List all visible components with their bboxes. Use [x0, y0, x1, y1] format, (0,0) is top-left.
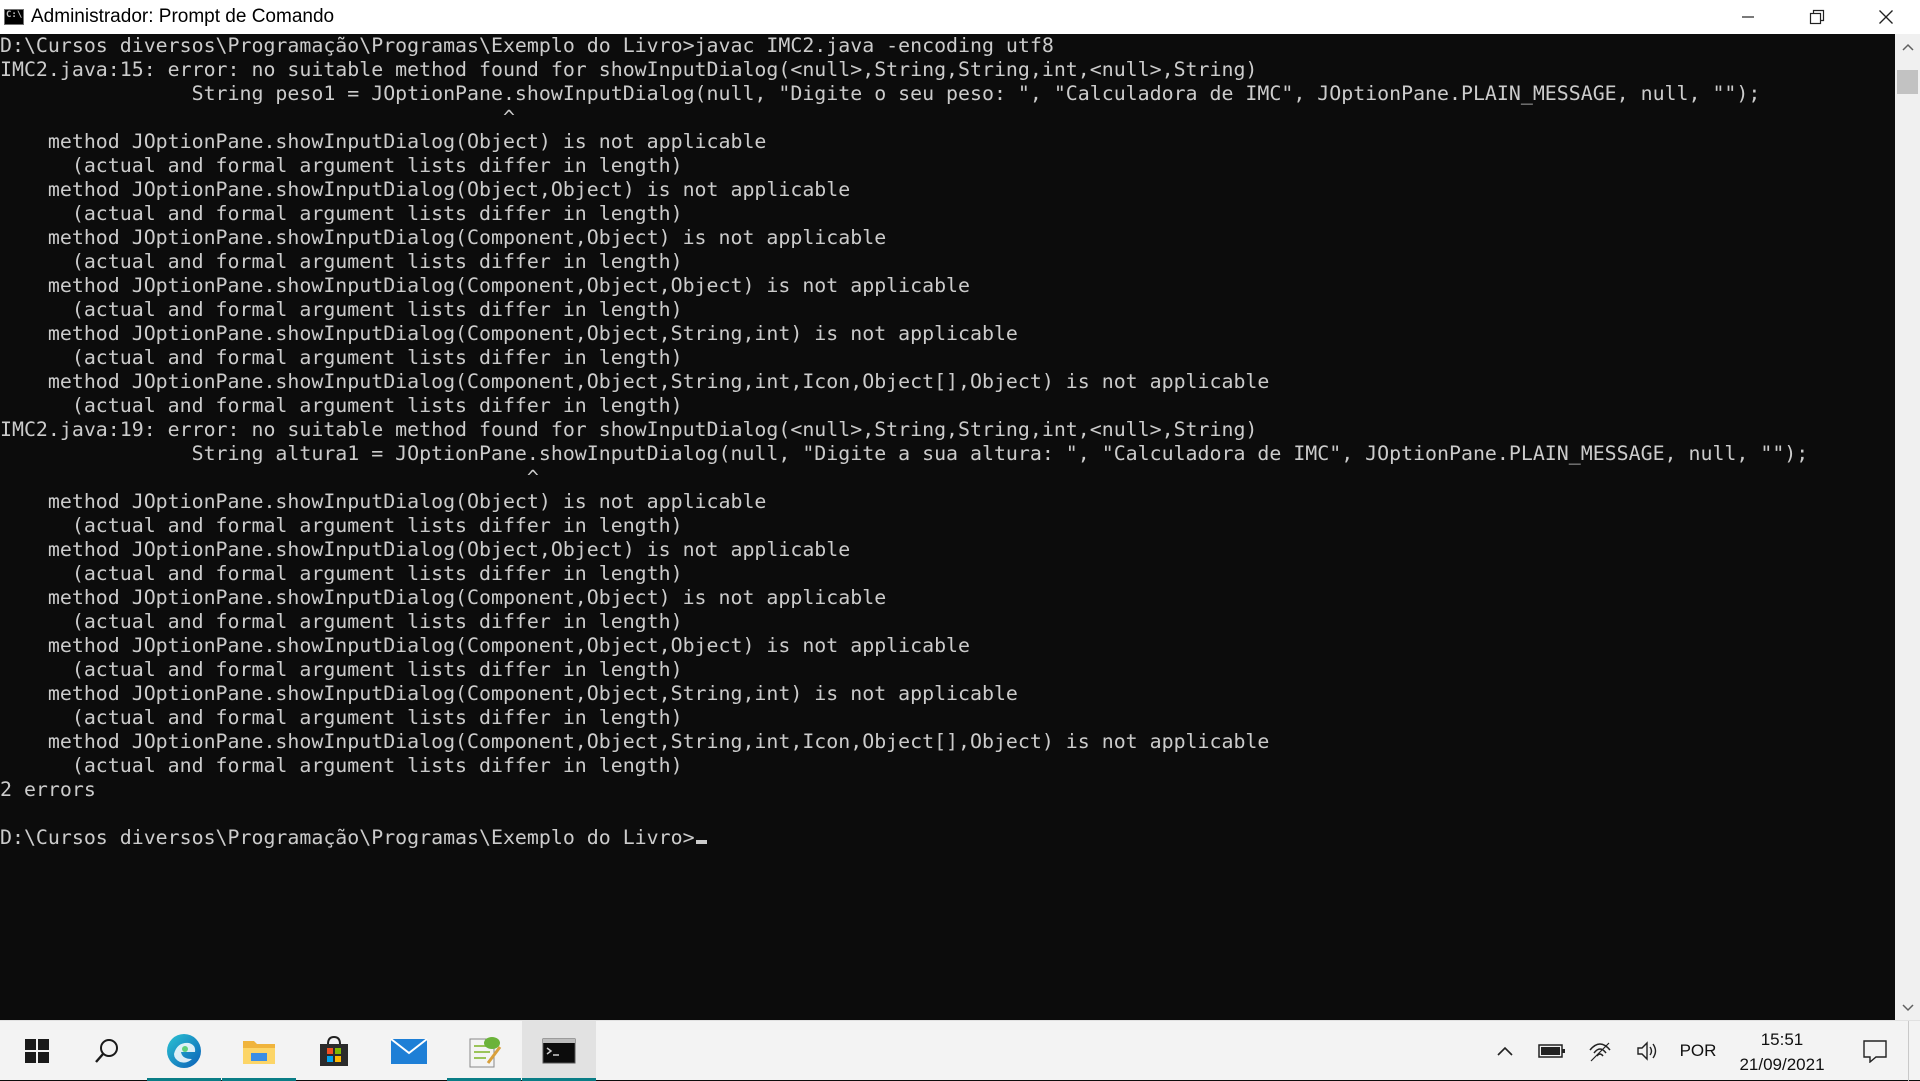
console-line: IMC2.java:19: error: no suitable method …: [0, 418, 1258, 441]
window-controls: [1713, 0, 1920, 34]
console-line: (actual and formal argument lists differ…: [0, 706, 683, 729]
console-line: (actual and formal argument lists differ…: [0, 202, 683, 225]
input-language-button[interactable]: POR: [1674, 1021, 1722, 1081]
battery-icon: [1538, 1044, 1565, 1058]
notepad-icon: [469, 1037, 502, 1068]
close-icon: [1878, 10, 1893, 24]
console-output[interactable]: D:\Cursos diversos\Programação\Programas…: [0, 34, 1895, 1020]
console-line: D:\Cursos diversos\Programação\Programas…: [0, 34, 1054, 57]
taskbar-command-prompt[interactable]: [522, 1021, 596, 1081]
scroll-up-button[interactable]: [1895, 34, 1920, 59]
console-line: method JOptionPane.showInputDialog(Compo…: [0, 274, 970, 297]
edge-icon: [167, 1034, 201, 1068]
clock-time: 15:51: [1760, 1030, 1804, 1049]
console-line: (actual and formal argument lists differ…: [0, 154, 683, 177]
minimize-icon: [1741, 16, 1754, 18]
taskbar: POR 15:51 21/09/2021: [0, 1020, 1920, 1081]
search-icon: [95, 1039, 118, 1063]
start-button[interactable]: [0, 1021, 74, 1081]
terminal-icon: [542, 1038, 576, 1064]
store-icon: [320, 1035, 348, 1066]
clock-button[interactable]: 15:51 21/09/2021: [1722, 1027, 1842, 1077]
console-text: D:\Cursos diversos\Programação\Programas…: [0, 34, 1895, 826]
volume-button[interactable]: [1628, 1021, 1668, 1081]
console-line: IMC2.java:15: error: no suitable method …: [0, 58, 1258, 81]
console-line: String altura1 = JOptionPane.showInputDi…: [0, 442, 1809, 465]
scroll-down-button[interactable]: [1895, 995, 1920, 1020]
console-line: method JOptionPane.showInputDialog(Compo…: [0, 586, 887, 609]
chevron-down-icon: [1901, 1003, 1914, 1011]
action-center-button[interactable]: [1850, 1021, 1900, 1081]
windows-logo-icon: [25, 1039, 49, 1063]
console-line: (actual and formal argument lists differ…: [0, 514, 683, 537]
taskbar-mail[interactable]: [372, 1021, 446, 1081]
console-line: (actual and formal argument lists differ…: [0, 346, 683, 369]
restore-button[interactable]: [1782, 0, 1851, 34]
console-prompt-line[interactable]: D:\Cursos diversos\Programação\Programas…: [0, 826, 1895, 850]
taskbar-notepad-plus[interactable]: [447, 1021, 521, 1081]
console-line: (actual and formal argument lists differ…: [0, 250, 683, 273]
console-line: method JOptionPane.showInputDialog(Compo…: [0, 370, 1270, 393]
console-line: method JOptionPane.showInputDialog(Compo…: [0, 322, 1018, 345]
volume-icon: [1637, 1041, 1657, 1061]
console-line: method JOptionPane.showInputDialog(Objec…: [0, 130, 767, 153]
console-line: (actual and formal argument lists differ…: [0, 610, 683, 633]
folder-icon: [243, 1041, 275, 1064]
input-language: POR: [1679, 1041, 1717, 1060]
text-cursor: [695, 840, 707, 844]
taskbar-file-explorer[interactable]: [222, 1021, 296, 1081]
wifi-icon: [1589, 1042, 1611, 1062]
minimize-button[interactable]: [1713, 0, 1782, 34]
show-desktop-button[interactable]: [1908, 1021, 1909, 1081]
console-line: method JOptionPane.showInputDialog(Objec…: [0, 490, 767, 513]
console-line: (actual and formal argument lists differ…: [0, 562, 683, 585]
window-titlebar[interactable]: C:\ Administrador: Prompt de Comando: [0, 0, 1920, 34]
console-line: ^: [0, 466, 539, 489]
battery-button[interactable]: [1532, 1021, 1572, 1081]
mail-icon: [390, 1038, 428, 1064]
console-line: (actual and formal argument lists differ…: [0, 394, 683, 417]
console-prompt: D:\Cursos diversos\Programação\Programas…: [0, 826, 695, 849]
console-line: method JOptionPane.showInputDialog(Objec…: [0, 538, 851, 561]
taskbar-edge[interactable]: [147, 1021, 221, 1081]
console-line: method JOptionPane.showInputDialog(Objec…: [0, 178, 851, 201]
cmd-app-icon[interactable]: C:\: [4, 9, 24, 25]
taskbar-store[interactable]: [297, 1021, 371, 1081]
console-line: (actual and formal argument lists differ…: [0, 298, 683, 321]
close-button[interactable]: [1851, 0, 1920, 34]
console-line: method JOptionPane.showInputDialog(Compo…: [0, 634, 970, 657]
notification-icon: [1863, 1040, 1887, 1063]
window-title: Administrador: Prompt de Comando: [31, 6, 335, 27]
console-line: (actual and formal argument lists differ…: [0, 658, 683, 681]
clock-date: 21/09/2021: [1739, 1055, 1825, 1074]
network-button[interactable]: [1580, 1021, 1620, 1081]
show-hidden-icons-button[interactable]: [1488, 1021, 1522, 1081]
vertical-scrollbar[interactable]: [1895, 34, 1920, 1020]
console-line: method JOptionPane.showInputDialog(Compo…: [0, 226, 887, 249]
chevron-up-icon: [1497, 1046, 1513, 1056]
scroll-thumb[interactable]: [1897, 70, 1918, 94]
console-line: 2 errors: [0, 778, 96, 801]
console-line: ^: [0, 106, 515, 129]
console-line: (actual and formal argument lists differ…: [0, 754, 683, 777]
restore-icon: [1809, 9, 1824, 25]
console-line: String peso1 = JOptionPane.showInputDial…: [0, 82, 1761, 105]
search-button[interactable]: [70, 1021, 144, 1081]
console-line: method JOptionPane.showInputDialog(Compo…: [0, 682, 1018, 705]
console-line: method JOptionPane.showInputDialog(Compo…: [0, 730, 1270, 753]
chevron-up-icon: [1901, 43, 1914, 51]
